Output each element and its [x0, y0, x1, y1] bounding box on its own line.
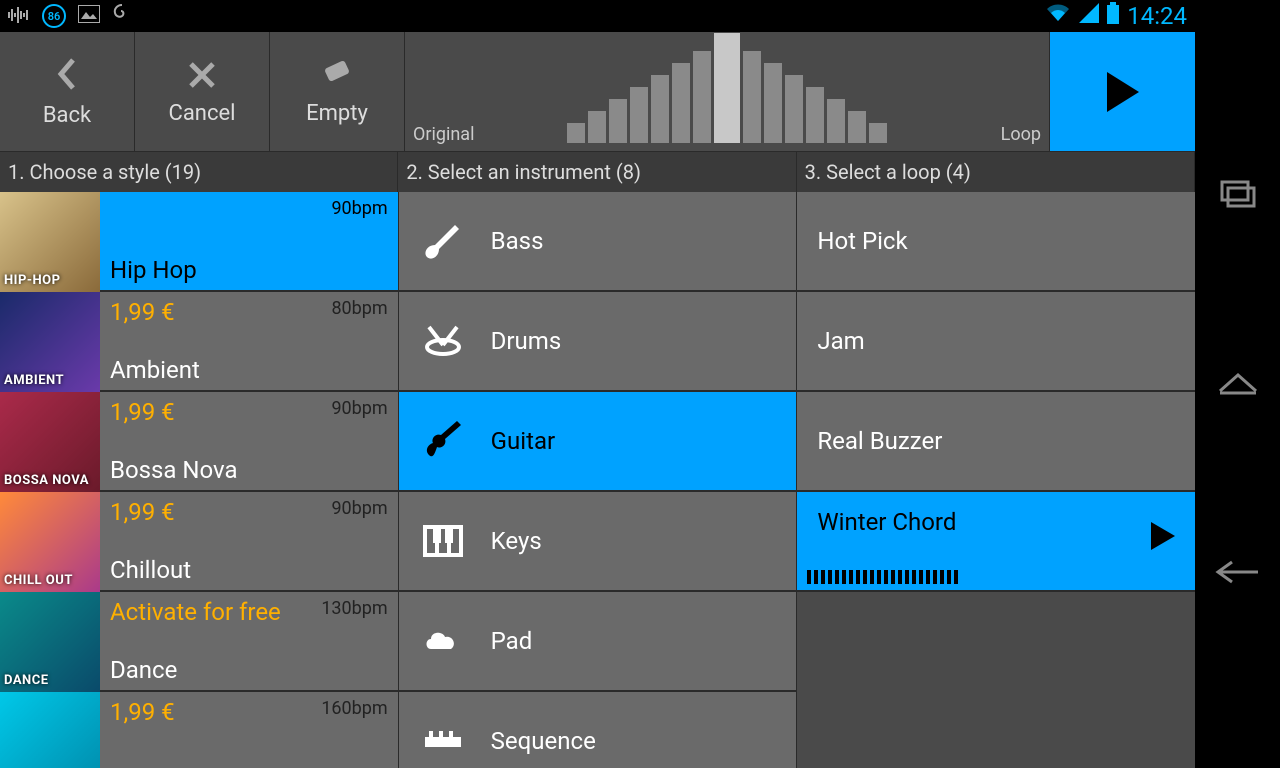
eraser-icon: [320, 57, 354, 99]
instrument-item[interactable]: Drums: [399, 292, 797, 392]
loop-item[interactable]: Jam: [797, 292, 1195, 392]
style-thumbnail: DANCE: [0, 592, 100, 692]
style-price: 1,99 €: [110, 298, 175, 326]
cancel-label: Cancel: [169, 101, 236, 126]
image-icon: [78, 4, 100, 29]
instrument-name: Bass: [491, 227, 544, 255]
style-bpm: 160bpm: [321, 698, 387, 719]
instrument-name: Sequence: [491, 727, 596, 755]
style-item[interactable]: drum and 1,99 € 160bpm: [0, 692, 398, 768]
style-name: Chillout: [110, 556, 388, 584]
clock-time: 14:24: [1127, 2, 1187, 30]
play-icon: [1151, 522, 1175, 550]
loops-column[interactable]: Hot Pick Jam Real Buzzer Winter Chord: [797, 192, 1195, 768]
badge-86: 86: [42, 4, 66, 28]
instruments-column[interactable]: Bass Drums Guitar Keys Pad Sequence: [399, 192, 798, 768]
android-nav-bar: [1195, 0, 1280, 768]
battery-icon: [1107, 2, 1119, 30]
status-bar: 86 14:24: [0, 0, 1195, 32]
style-thumbnail: drum and: [0, 692, 100, 768]
style-price: Activate for free: [110, 598, 281, 626]
cancel-button[interactable]: Cancel: [135, 32, 270, 151]
style-thumbnail: HIP-HOP: [0, 192, 100, 292]
instrument-item[interactable]: Bass: [399, 192, 797, 292]
instrument-item[interactable]: Keys: [399, 492, 797, 592]
back-icon: [53, 56, 81, 101]
close-icon: [187, 57, 217, 99]
instrument-name: Keys: [491, 527, 542, 555]
style-item[interactable]: BOSSA NOVA 1,99 € 90bpm Bossa Nova: [0, 392, 398, 492]
style-bpm: 90bpm: [331, 398, 387, 419]
app-area: Back Cancel Empty Original Loop 1. Choose…: [0, 32, 1195, 768]
step-instrument: 2. Select an instrument (8): [398, 152, 796, 192]
back-button[interactable]: Back: [0, 32, 135, 151]
bass-icon: [419, 217, 467, 265]
swirl-icon: [112, 3, 132, 29]
step-header: 1. Choose a style (19) 2. Select an inst…: [0, 152, 1195, 192]
style-name: Bossa Nova: [110, 456, 388, 484]
original-label: Original: [413, 124, 474, 145]
loop-progress: [807, 570, 958, 584]
style-bpm: 90bpm: [331, 198, 387, 219]
loop-item[interactable]: Real Buzzer: [797, 392, 1195, 492]
style-name: Ambient: [110, 356, 388, 384]
style-price: 1,99 €: [110, 398, 175, 426]
play-icon: [1107, 72, 1139, 112]
style-item[interactable]: HIP-HOP 90bpm Hip Hop: [0, 192, 398, 292]
instrument-name: Pad: [491, 627, 533, 655]
instrument-item[interactable]: Pad: [399, 592, 797, 692]
sequence-icon: [419, 717, 467, 765]
loop-name: Real Buzzer: [817, 427, 942, 455]
loop-item[interactable]: Winter Chord: [797, 492, 1195, 592]
keys-icon: [419, 517, 467, 565]
styles-column[interactable]: HIP-HOP 90bpm Hip Hop AMBIENT 1,99 € 80b…: [0, 192, 399, 768]
instrument-item[interactable]: Guitar: [399, 392, 797, 492]
instrument-name: Guitar: [491, 427, 555, 455]
back-nav-button[interactable]: [1214, 558, 1262, 590]
drums-icon: [419, 317, 467, 365]
back-label: Back: [43, 103, 91, 128]
columns: HIP-HOP 90bpm Hip Hop AMBIENT 1,99 € 80b…: [0, 192, 1195, 768]
audio-icon: [8, 4, 30, 29]
signal-icon: [1079, 3, 1099, 29]
style-bpm: 130bpm: [321, 598, 387, 619]
empty-button[interactable]: Empty: [270, 32, 405, 151]
instrument-name: Drums: [491, 327, 562, 355]
loop-name: Winter Chord: [817, 508, 956, 536]
waveform-display[interactable]: Original Loop: [405, 32, 1050, 151]
pad-icon: [419, 617, 467, 665]
style-item[interactable]: DANCE Activate for free 130bpm Dance: [0, 592, 398, 692]
style-name: Dance: [110, 656, 388, 684]
style-bpm: 90bpm: [331, 498, 387, 519]
style-thumbnail: CHILL OUT: [0, 492, 100, 592]
style-item[interactable]: AMBIENT 1,99 € 80bpm Ambient: [0, 292, 398, 392]
style-item[interactable]: CHILL OUT 1,99 € 90bpm Chillout: [0, 492, 398, 592]
play-button[interactable]: [1050, 32, 1195, 151]
step-loop: 3. Select a loop (4): [797, 152, 1195, 192]
loop-name: Jam: [817, 327, 864, 355]
home-button[interactable]: [1216, 369, 1260, 403]
style-name: Hip Hop: [110, 256, 388, 284]
loop-label: Loop: [1001, 124, 1041, 145]
toolbar: Back Cancel Empty Original Loop: [0, 32, 1195, 152]
style-price: 1,99 €: [110, 698, 175, 726]
guitar-icon: [419, 417, 467, 465]
loop-name: Hot Pick: [817, 227, 907, 255]
empty-label: Empty: [306, 101, 368, 126]
step-style: 1. Choose a style (19): [0, 152, 398, 192]
style-thumbnail: AMBIENT: [0, 292, 100, 392]
style-price: 1,99 €: [110, 498, 175, 526]
wifi-icon: [1045, 3, 1071, 29]
style-bpm: 80bpm: [331, 298, 387, 319]
recent-apps-button[interactable]: [1218, 178, 1258, 214]
loop-item[interactable]: Hot Pick: [797, 192, 1195, 292]
instrument-item[interactable]: Sequence: [399, 692, 797, 768]
style-thumbnail: BOSSA NOVA: [0, 392, 100, 492]
